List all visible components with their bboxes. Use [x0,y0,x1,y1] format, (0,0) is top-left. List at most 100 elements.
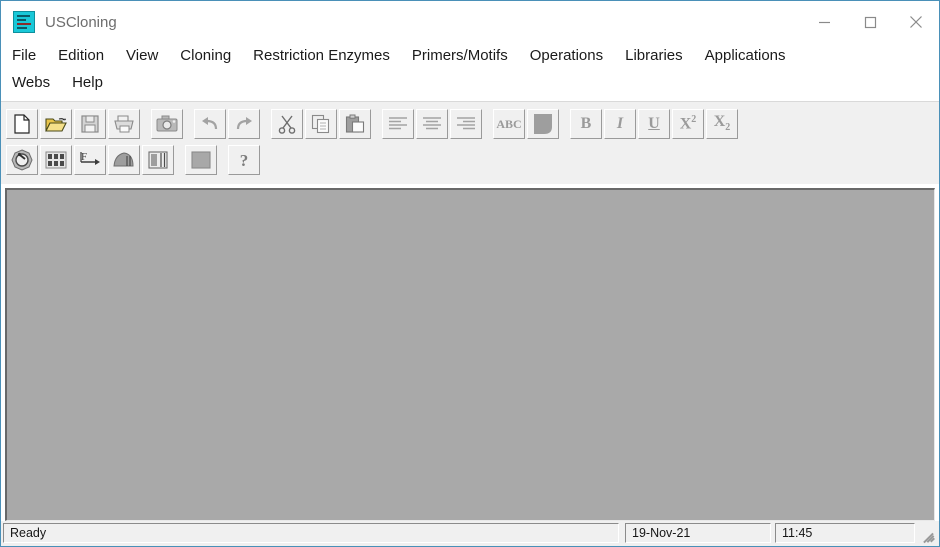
close-icon[interactable] [893,1,939,43]
toolbar-group-molecular: F [5,145,175,175]
camera-button[interactable] [151,109,183,139]
toolbar-group-clipboard [270,109,372,139]
panel-button[interactable] [185,145,217,175]
copy-button[interactable] [305,109,337,139]
underline-icon: U [648,115,660,132]
redo-button[interactable] [228,109,260,139]
align-center-icon [422,116,442,132]
subscript-button[interactable]: X2 [706,109,738,139]
plasmid-map-button[interactable] [6,145,38,175]
menu-item-libraries[interactable]: Libraries [614,43,694,70]
italic-button[interactable]: I [604,109,636,139]
svg-text:F: F [81,151,87,163]
toolbar-group-capture [150,109,184,139]
maximize-icon[interactable] [847,1,893,43]
print-button[interactable] [108,109,140,139]
highlight-blob-icon [532,113,554,135]
sequence-atg-tac-icon [45,150,67,170]
toolbar-area: ABC B I U X2 X2 F ? [1,101,939,184]
resize-grip-icon[interactable] [915,523,937,544]
print-icon [113,114,135,134]
menu-item-restriction-enzymes[interactable]: Restriction Enzymes [242,43,401,70]
camera-icon [156,115,178,133]
toolbar-separator [184,109,193,139]
sequence-button[interactable] [40,145,72,175]
window-title: USCloning [45,13,117,31]
redo-icon [233,115,255,133]
enzyme-icon [113,150,135,170]
menu-item-primers-motifs[interactable]: Primers/Motifs [401,43,519,70]
status-bar: Ready 19-Nov-21 11:45 [1,521,939,546]
save-button[interactable] [74,109,106,139]
cut-button[interactable] [271,109,303,139]
menu-item-operations[interactable]: Operations [519,43,614,70]
open-folder-icon [45,114,67,134]
help-button[interactable]: ? [228,145,260,175]
menu-item-cloning[interactable]: Cloning [169,43,242,70]
underline-button[interactable]: U [638,109,670,139]
toolbar-group-history [193,109,261,139]
status-time: 11:45 [775,523,915,543]
title-bar: USCloning [1,1,939,43]
align-center-button[interactable] [416,109,448,139]
spellcheck-abc-icon: ABC [496,117,522,131]
blank-panel-icon [190,150,212,170]
toolbar-group-alignment [381,109,483,139]
mdi-client-area[interactable] [5,188,935,521]
toolbar-separator [141,109,150,139]
superscript-button[interactable]: X2 [672,109,704,139]
toolbar-group-help: ? [227,145,261,175]
gel-button[interactable] [142,145,174,175]
align-right-icon [456,116,476,132]
paste-button[interactable] [339,109,371,139]
menu-item-webs[interactable]: Webs [1,70,61,97]
toolbar-separator [372,109,381,139]
enzymes-button[interactable] [108,145,140,175]
align-right-button[interactable] [450,109,482,139]
status-message: Ready [3,523,619,543]
menu-item-file[interactable]: File [1,43,47,70]
toolbar-separator [560,109,569,139]
italic-icon: I [616,115,624,132]
toolbar-row-1: ABC B I U X2 X2 [1,106,939,142]
toolbar-separator [261,109,270,139]
bold-icon: B [580,115,592,132]
toolbar-separator [483,109,492,139]
save-floppy-icon [80,114,100,134]
window-controls [801,1,939,43]
new-document-icon [13,114,31,134]
menu-bar: File Edition View Cloning Restriction En… [1,43,939,101]
gel-lane-icon [147,150,169,170]
status-date: 19-Nov-21 [625,523,771,543]
undo-icon [199,115,221,133]
sequence-gel-icon [13,11,35,33]
subscript-icon: X2 [713,113,731,134]
bold-button[interactable]: B [570,109,602,139]
toolbar-group-panel [184,145,218,175]
toolbar-group-proofing: ABC [492,109,560,139]
menu-item-applications[interactable]: Applications [694,43,797,70]
align-left-button[interactable] [382,109,414,139]
copy-icon [311,114,331,134]
toolbar-group-font-style: B I U X2 X2 [569,109,739,139]
spellcheck-button[interactable]: ABC [493,109,525,139]
menu-item-help[interactable]: Help [61,70,114,97]
new-document-button[interactable] [6,109,38,139]
cut-scissors-icon [278,114,296,134]
plasmid-circle-icon [11,149,33,171]
application-window: USCloning File Edition View Cloning Rest… [0,0,940,547]
toolbar-group-file [5,109,141,139]
toolbar-row-2: F ? [1,142,939,178]
translate-frame-icon: F [79,150,101,170]
toolbar-separator [218,145,227,175]
highlight-button[interactable] [527,109,559,139]
superscript-icon: X2 [679,114,697,133]
undo-button[interactable] [194,109,226,139]
paste-icon [345,114,365,134]
reading-frame-button[interactable]: F [74,145,106,175]
open-folder-button[interactable] [40,109,72,139]
menu-item-view[interactable]: View [115,43,169,70]
minimize-icon[interactable] [801,1,847,43]
menu-item-edition[interactable]: Edition [47,43,115,70]
help-question-icon: ? [239,150,249,170]
